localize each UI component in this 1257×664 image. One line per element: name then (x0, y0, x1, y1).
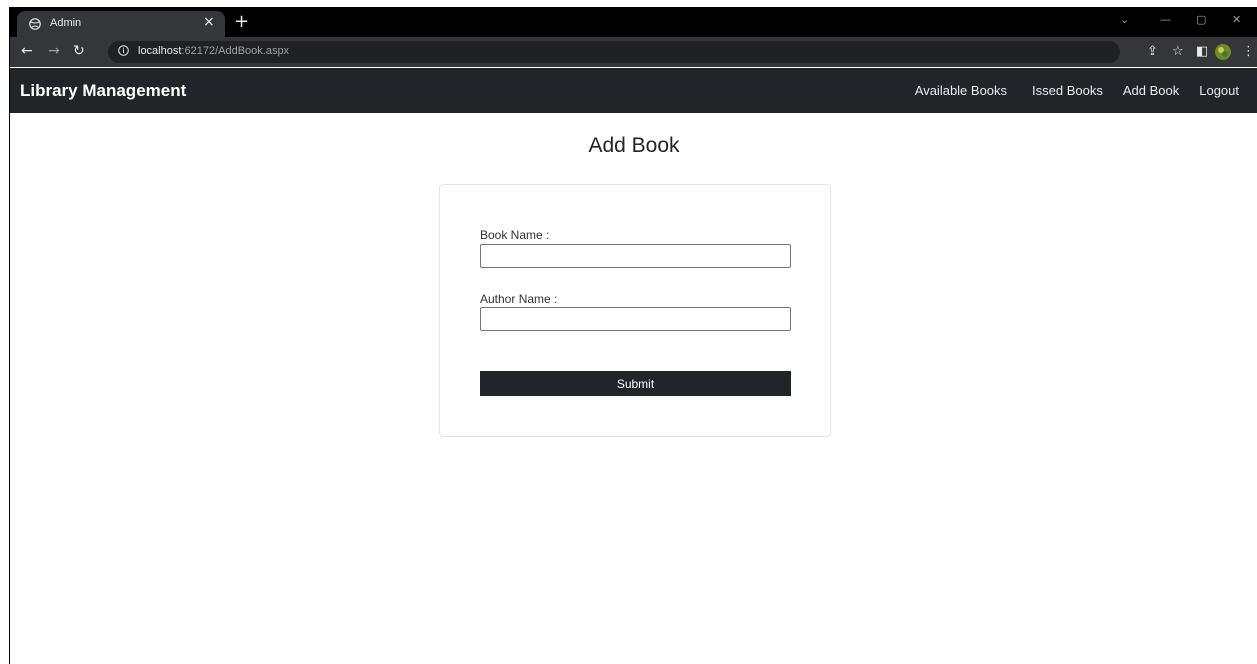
nav-link-logout[interactable]: Logout (1199, 83, 1239, 98)
app-navbar: Library Management Available Books Issed… (10, 68, 1257, 113)
info-icon[interactable] (118, 45, 129, 56)
browser-toolbar: ← → ↻ localhost:62172/AddBook.aspx ⇪ ☆ ◧… (10, 37, 1257, 67)
book-name-label: Book Name : (480, 228, 550, 242)
minimize-icon[interactable]: — (1160, 13, 1171, 26)
reload-icon[interactable]: ↻ (73, 43, 85, 59)
address-bar[interactable]: localhost:62172/AddBook.aspx (108, 41, 1120, 63)
back-arrow-icon[interactable]: ← (21, 43, 33, 59)
add-book-form-card: Book Name : Author Name : Submit (439, 184, 831, 437)
maximize-icon[interactable]: ▢ (1196, 13, 1206, 26)
book-name-input[interactable] (480, 244, 791, 268)
window-close-icon[interactable]: ✕ (1232, 13, 1241, 26)
brand-title[interactable]: Library Management (20, 81, 186, 101)
globe-icon (29, 18, 41, 30)
new-tab-button[interactable]: + (234, 11, 249, 32)
sidepanel-icon[interactable]: ◧ (1196, 44, 1208, 59)
author-name-label: Author Name : (480, 292, 558, 306)
nav-link-add-book[interactable]: Add Book (1123, 83, 1179, 98)
page-title: Add Book (588, 134, 680, 157)
share-icon[interactable]: ⇪ (1147, 44, 1158, 59)
tab-title: Admin (50, 17, 82, 29)
nav-link-issued-books[interactable]: Issed Books (1032, 83, 1103, 98)
forward-arrow-icon[interactable]: → (48, 43, 60, 59)
profile-avatar-icon[interactable] (1214, 43, 1232, 61)
nav-link-available-books[interactable]: Available Books (915, 83, 1007, 98)
bookmark-star-icon[interactable]: ☆ (1172, 44, 1184, 59)
tab-strip: Admin × + ⌄ — ▢ ✕ (10, 7, 1257, 37)
tab-close-icon[interactable]: × (203, 14, 215, 30)
menu-kebab-icon[interactable]: ⋮ (1242, 44, 1255, 59)
author-name-input[interactable] (480, 307, 791, 331)
nav-links: Available Books Issed Books Add Book Log… (915, 83, 1257, 98)
url-path: :62172/AddBook.aspx (181, 45, 290, 57)
browser-window: Admin × + ⌄ — ▢ ✕ ← → ↻ localhost:62172/… (9, 7, 1257, 664)
browser-tab[interactable]: Admin × (17, 11, 225, 37)
url-text: localhost:62172/AddBook.aspx (138, 45, 289, 57)
tab-search-chevron-icon[interactable]: ⌄ (1120, 13, 1129, 26)
url-host: localhost (138, 45, 182, 57)
submit-button[interactable]: Submit (480, 371, 791, 396)
